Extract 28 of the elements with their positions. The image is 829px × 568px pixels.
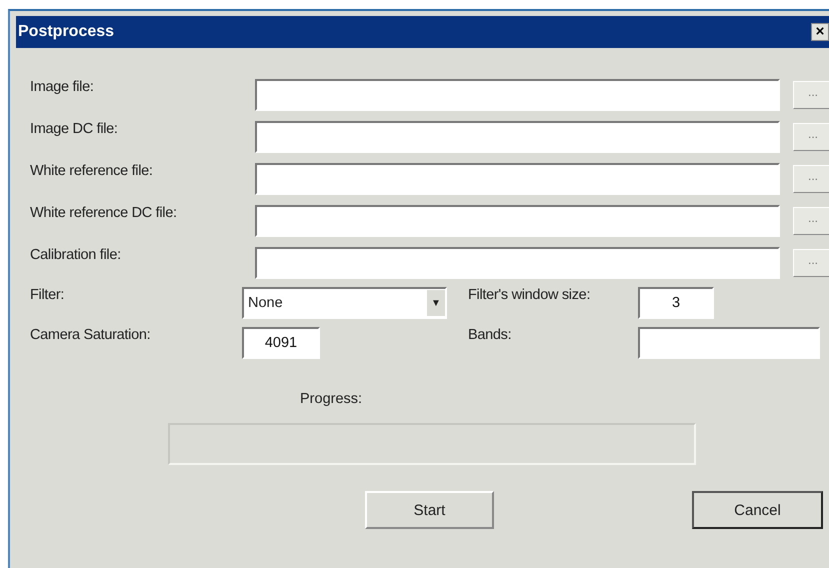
field-label: White reference DC file: [30, 205, 178, 221]
window-title: Postprocess [18, 23, 114, 41]
window-size-field[interactable]: 3 [638, 287, 714, 319]
field-label: Camera Saturation: [30, 327, 152, 343]
field-label: Bands: [468, 327, 512, 343]
field-label: Image file: [30, 79, 95, 95]
close-button[interactable]: × [811, 23, 829, 41]
file-path-field[interactable] [255, 247, 780, 279]
browse-button[interactable]: ... [793, 81, 829, 109]
filter-dropdown[interactable]: None ▼ [242, 287, 447, 319]
browse-button[interactable]: ... [793, 207, 829, 235]
field-label: Calibration file: [30, 247, 122, 263]
dialog-button[interactable]: Cancel [692, 491, 823, 529]
file-path-field[interactable] [255, 205, 780, 237]
file-path-field[interactable] [255, 163, 780, 195]
file-path-field[interactable] [255, 121, 780, 153]
progress-label: Progress: [300, 391, 364, 407]
dialog-button[interactable]: Start [365, 491, 494, 529]
bands-field[interactable] [638, 327, 820, 359]
browse-button[interactable]: ... [793, 249, 829, 277]
browse-button[interactable]: ... [793, 123, 829, 151]
browse-button[interactable]: ... [793, 165, 829, 193]
field-label: White reference file: [30, 163, 154, 179]
field-label: Filter: [30, 287, 66, 303]
field-label: Filter's window size: [468, 287, 592, 303]
file-path-field[interactable] [255, 79, 780, 111]
saturation-field[interactable]: 4091 [242, 327, 320, 359]
field-label: Image DC file: [30, 121, 119, 137]
